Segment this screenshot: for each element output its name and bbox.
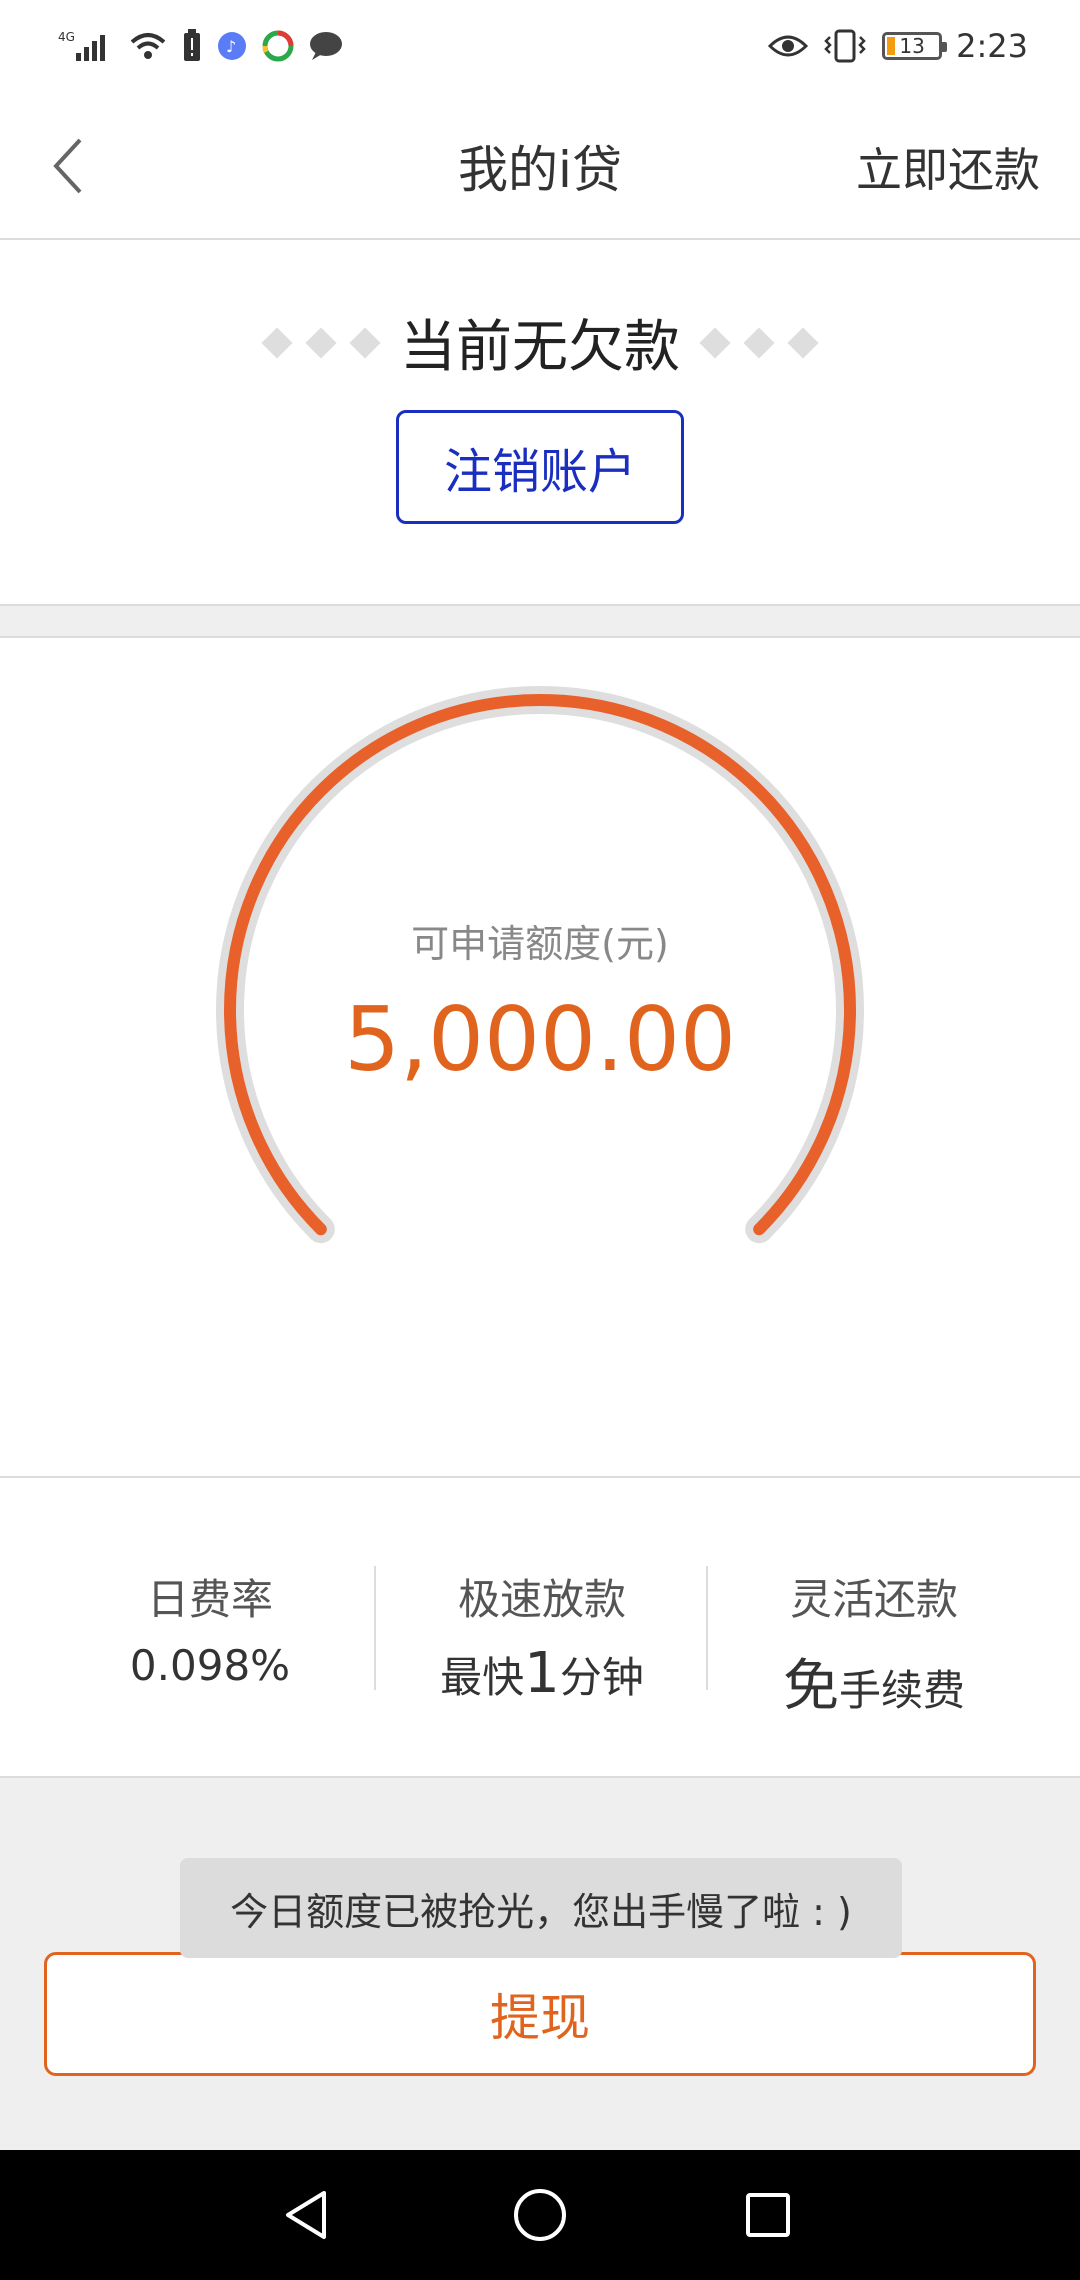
nav-bar: 我的i贷 立即还款 (0, 92, 1080, 240)
feature-title: 灵活还款 (789, 1575, 958, 1624)
feature-title: 极速放款 (457, 1575, 626, 1624)
diamond-icon (305, 326, 337, 359)
status-bar-left: 4G ♪ (58, 29, 344, 63)
diamond-icon (699, 326, 731, 359)
wifi-icon (128, 30, 168, 62)
chat-app-icon (308, 30, 344, 62)
features-section: 日费率 0.098% 极速放款 最快1分钟 灵活还款 免手续费 (0, 1478, 1080, 1778)
bottom-action-area: 今日额度已被抢光，您出手慢了啦 : ) 提现 (0, 1778, 1080, 2150)
feature-value: 免手续费 (708, 1641, 1040, 1722)
system-nav-bar (0, 2150, 1080, 2280)
available-credit-label: 可申请额度(元) (411, 922, 669, 966)
battery-icon: 13 (882, 32, 948, 60)
feature-value: 0.098% (129, 1641, 291, 1690)
system-recents-button[interactable] (728, 2175, 808, 2255)
diamond-icon (261, 326, 293, 359)
feature-value-suffix: 手续费 (838, 1666, 965, 1715)
cancel-account-button[interactable]: 注销账户 (396, 410, 684, 524)
svg-text:♪: ♪ (226, 37, 236, 56)
diamond-icon (787, 326, 819, 359)
signal-icon: 4G (58, 29, 114, 63)
status-bar: 4G ♪ 13 2:23 (0, 0, 1080, 92)
status-time: 2:23 (956, 27, 1028, 65)
status-bar-right: 13 2:23 (768, 27, 1028, 65)
recents-square-icon (746, 2193, 790, 2237)
diamond-icon (349, 326, 381, 359)
feature-value-emphasis: 免 (782, 1654, 839, 1719)
system-home-button[interactable] (500, 2175, 580, 2255)
left-diamonds-decoration (261, 326, 381, 359)
withdraw-button[interactable]: 提现 (44, 1952, 1036, 2076)
vibrate-icon (822, 29, 868, 63)
repay-now-button[interactable]: 立即还款 (856, 134, 1040, 200)
diamond-icon (743, 326, 775, 359)
feature-value-prefix: 最快 (440, 1653, 525, 1702)
feature-value-suffix: 分钟 (559, 1653, 644, 1702)
credit-gauge-section: 可申请额度(元) 5,000.00 (0, 638, 1080, 1478)
debt-status-section: 当前无欠款 注销账户 (0, 242, 1080, 604)
feature-title: 日费率 (146, 1575, 273, 1624)
svg-text:4G: 4G (58, 30, 75, 44)
eye-icon (768, 32, 809, 60)
toast-message: 今日额度已被抢光，您出手慢了啦 : ) (180, 1858, 902, 1958)
feature-fast-loan: 极速放款 最快1分钟 (376, 1566, 708, 1706)
debt-status-text: 当前无欠款 (400, 315, 680, 380)
feature-value: 最快1分钟 (376, 1641, 708, 1706)
system-back-button[interactable] (268, 2175, 348, 2255)
available-credit-amount: 5,000.00 (344, 988, 736, 1091)
back-triangle-icon (286, 2191, 326, 2239)
section-separator (0, 604, 1080, 638)
battery-alert-icon (182, 29, 202, 63)
battery-fill (887, 37, 896, 55)
feature-value-emphasis: 1 (524, 1641, 560, 1706)
browser-app-icon (262, 30, 294, 62)
debt-status-row: 当前无欠款 (0, 302, 1080, 383)
music-app-icon: ♪ (216, 30, 248, 62)
feature-daily-rate: 日费率 0.098% (44, 1566, 376, 1690)
home-circle-icon (514, 2189, 566, 2241)
right-diamonds-decoration (699, 326, 819, 359)
battery-level: 13 (899, 34, 925, 58)
feature-flexible-repay: 灵活还款 免手续费 (708, 1566, 1040, 1722)
